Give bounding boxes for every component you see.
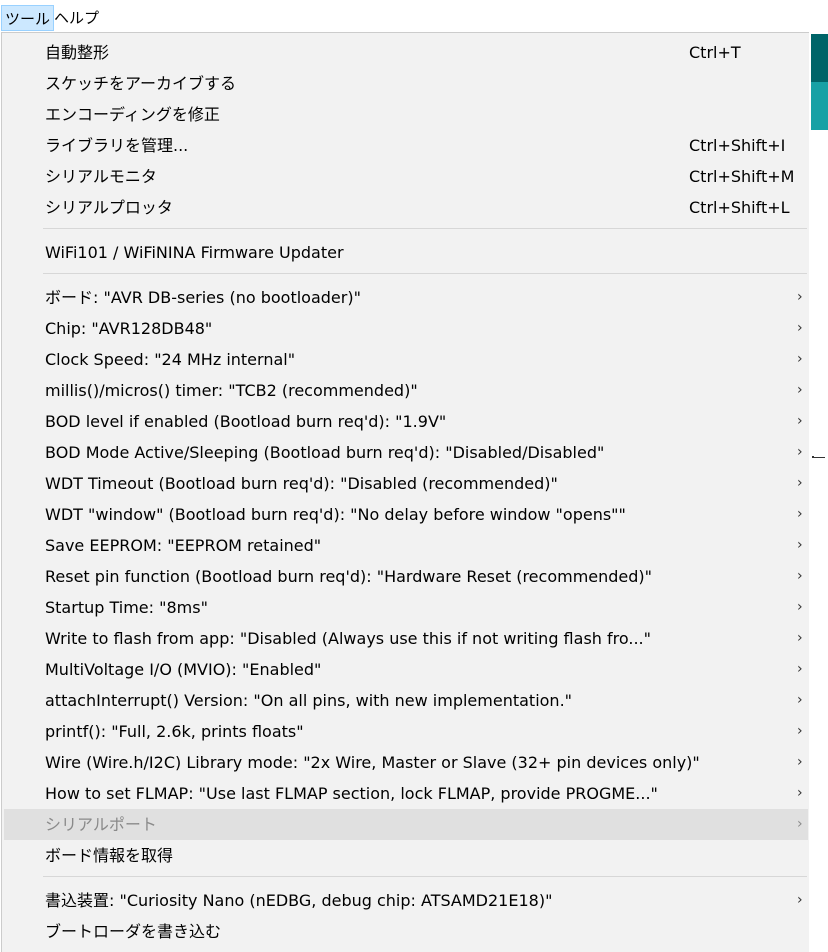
menu-item-label: シリアルプロッタ <box>45 198 173 217</box>
menu-item-serial-monitor[interactable]: シリアルモニタ Ctrl+Shift+M <box>4 161 808 192</box>
menu-item-archive-sketch[interactable]: スケッチをアーカイブする <box>4 68 808 99</box>
menu-item-label: シリアルモニタ <box>45 167 157 186</box>
menu-item-serial-plotter[interactable]: シリアルプロッタ Ctrl+Shift+L <box>4 192 808 223</box>
menu-item-label: ブートローダを書き込む <box>45 922 222 941</box>
chevron-right-icon: › <box>797 506 803 522</box>
menu-item-wdt-window[interactable]: WDT "window" (Bootload burn req'd): "No … <box>4 499 808 530</box>
menu-item-label: Clock Speed: "24 MHz internal" <box>45 350 296 369</box>
menu-item-label: printf(): "Full, 2.6k, prints floats" <box>45 722 304 741</box>
chevron-right-icon: › <box>797 289 803 305</box>
menu-item-timer[interactable]: millis()/micros() timer: "TCB2 (recommen… <box>4 375 808 406</box>
menu-separator <box>43 273 807 274</box>
menu-item-label: Chip: "AVR128DB48" <box>45 319 213 338</box>
menu-separator <box>43 876 807 877</box>
menu-item-board[interactable]: ボード: "AVR DB-series (no bootloader)" › <box>4 282 808 313</box>
chevron-right-icon: › <box>797 351 803 367</box>
menu-item-printf[interactable]: printf(): "Full, 2.6k, prints floats" › <box>4 716 808 747</box>
chevron-right-icon: › <box>797 661 803 677</box>
background-editor-edge <box>809 32 828 952</box>
chevron-right-icon: › <box>797 816 803 832</box>
menu-item-label: ボード情報を取得 <box>45 846 174 865</box>
menu-item-write-flash[interactable]: Write to flash from app: "Disabled (Alwa… <box>4 623 808 654</box>
menu-item-label: BOD level if enabled (Bootload burn req'… <box>45 412 447 431</box>
menu-item-startup-time[interactable]: Startup Time: "8ms" › <box>4 592 808 623</box>
menu-item-wdt-timeout[interactable]: WDT Timeout (Bootload burn req'd): "Disa… <box>4 468 808 499</box>
menu-item-label: millis()/micros() timer: "TCB2 (recommen… <box>45 381 418 400</box>
menu-item-multivoltage[interactable]: MultiVoltage I/O (MVIO): "Enabled" › <box>4 654 808 685</box>
menu-item-label: シリアルポート <box>45 815 157 834</box>
menu-item-label: ボード: "AVR DB-series (no bootloader)" <box>45 288 361 307</box>
menu-item-label: Startup Time: "8ms" <box>45 598 208 617</box>
menu-item-label: attachInterrupt() Version: "On all pins,… <box>45 691 573 710</box>
chevron-right-icon: › <box>797 599 803 615</box>
menu-separator <box>43 228 807 229</box>
menu-item-label: WiFi101 / WiFiNINA Firmware Updater <box>45 243 344 262</box>
chevron-right-icon: › <box>797 754 803 770</box>
menu-item-save-eeprom[interactable]: Save EEPROM: "EEPROM retained" › <box>4 530 808 561</box>
menu-item-chip[interactable]: Chip: "AVR128DB48" › <box>4 313 808 344</box>
menu-item-firmware-updater[interactable]: WiFi101 / WiFiNINA Firmware Updater <box>4 237 808 268</box>
menu-item-flmap[interactable]: How to set FLMAP: "Use last FLMAP sectio… <box>4 778 808 809</box>
menu-item-label: エンコーディングを修正 <box>45 105 220 124</box>
menu-item-label: 書込装置: "Curiosity Nano (nEDBG, debug chip… <box>45 891 553 910</box>
shortcut-label: Ctrl+Shift+M <box>689 167 795 186</box>
menu-item-label: スケッチをアーカイブする <box>45 74 237 93</box>
editor-underline <box>813 457 825 458</box>
menu-item-label: How to set FLMAP: "Use last FLMAP sectio… <box>45 784 658 803</box>
menu-item-bod-level[interactable]: BOD level if enabled (Bootload burn req'… <box>4 406 808 437</box>
menu-item-label: Wire (Wire.h/I2C) Library mode: "2x Wire… <box>45 753 700 772</box>
menu-tools[interactable]: ツール <box>1 5 55 31</box>
shortcut-label: Ctrl+T <box>689 43 741 62</box>
menu-item-label: Write to flash from app: "Disabled (Alwa… <box>45 629 651 648</box>
chevron-right-icon: › <box>797 785 803 801</box>
menu-bar: ツール ヘルプ <box>0 0 828 33</box>
chevron-right-icon: › <box>797 723 803 739</box>
menu-item-wire-mode[interactable]: Wire (Wire.h/I2C) Library mode: "2x Wire… <box>4 747 808 778</box>
menu-help[interactable]: ヘルプ <box>51 5 102 31</box>
menu-item-label: BOD Mode Active/Sleeping (Bootload burn … <box>45 443 605 462</box>
chevron-right-icon: › <box>797 568 803 584</box>
menu-item-clock-speed[interactable]: Clock Speed: "24 MHz internal" › <box>4 344 808 375</box>
chevron-right-icon: › <box>797 444 803 460</box>
menu-item-label: 自動整形 <box>45 43 110 62</box>
chevron-right-icon: › <box>797 537 803 553</box>
editor-tab-edge <box>811 34 828 82</box>
shortcut-label: Ctrl+Shift+L <box>689 198 790 217</box>
menu-item-label: Reset pin function (Bootload burn req'd)… <box>45 567 653 586</box>
chevron-right-icon: › <box>797 630 803 646</box>
menu-item-burn-bootloader[interactable]: ブートローダを書き込む <box>4 916 808 947</box>
menu-item-label: WDT "window" (Bootload burn req'd): "No … <box>45 505 626 524</box>
tools-dropdown-menu: 自動整形 Ctrl+T スケッチをアーカイブする エンコーディングを修正 ライブ… <box>1 32 809 952</box>
menu-item-reset-pin[interactable]: Reset pin function (Bootload burn req'd)… <box>4 561 808 592</box>
menu-item-fix-encoding[interactable]: エンコーディングを修正 <box>4 99 808 130</box>
chevron-right-icon: › <box>797 382 803 398</box>
menu-item-label: MultiVoltage I/O (MVIO): "Enabled" <box>45 660 322 679</box>
chevron-right-icon: › <box>797 475 803 491</box>
menu-item-programmer[interactable]: 書込装置: "Curiosity Nano (nEDBG, debug chip… <box>4 885 808 916</box>
shortcut-label: Ctrl+Shift+I <box>689 136 786 155</box>
chevron-right-icon: › <box>797 413 803 429</box>
chevron-right-icon: › <box>797 320 803 336</box>
menu-item-serial-port[interactable]: シリアルポート › <box>4 809 808 840</box>
menu-item-label: WDT Timeout (Bootload burn req'd): "Disa… <box>45 474 558 493</box>
menu-item-board-info[interactable]: ボード情報を取得 <box>4 840 808 871</box>
menu-item-attach-interrupt[interactable]: attachInterrupt() Version: "On all pins,… <box>4 685 808 716</box>
chevron-right-icon: › <box>797 692 803 708</box>
menu-item-auto-format[interactable]: 自動整形 Ctrl+T <box>4 37 808 68</box>
menu-item-label: Save EEPROM: "EEPROM retained" <box>45 536 322 555</box>
chevron-right-icon: › <box>797 892 803 908</box>
menu-item-bod-mode[interactable]: BOD Mode Active/Sleeping (Bootload burn … <box>4 437 808 468</box>
menu-item-manage-libraries[interactable]: ライブラリを管理... Ctrl+Shift+I <box>4 130 808 161</box>
menu-item-label: ライブラリを管理... <box>45 136 189 155</box>
